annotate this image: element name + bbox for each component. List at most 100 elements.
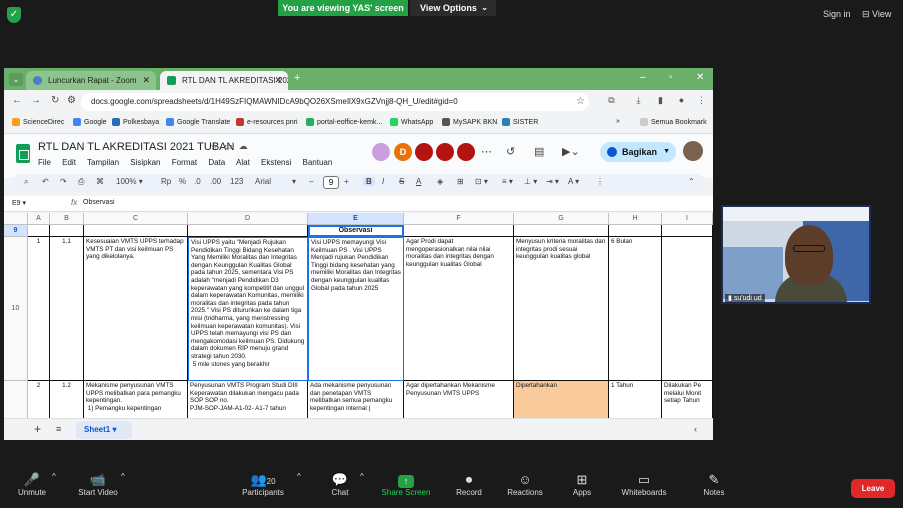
collaborator-avatar[interactable]: D: [394, 143, 412, 161]
extensions-icon[interactable]: ⧉: [606, 95, 617, 106]
italic-icon[interactable]: I: [382, 177, 384, 186]
move-icon[interactable]: ▭: [224, 141, 239, 151]
paint-format-icon[interactable]: ⌘: [96, 177, 104, 186]
more-options-icon[interactable]: ⋮: [596, 177, 604, 186]
column-header[interactable]: I: [662, 213, 713, 225]
collaborator-avatar[interactable]: [415, 143, 433, 161]
bookmark-item[interactable]: Polkesbaya: [112, 118, 159, 126]
borders-icon[interactable]: ⊞: [457, 177, 464, 186]
table-cell[interactable]: 6 Bulan: [609, 237, 662, 381]
font-size-input[interactable]: 9: [323, 176, 339, 189]
new-tab-icon[interactable]: +: [294, 72, 300, 84]
record-button[interactable]: ⏺ Record: [452, 472, 486, 497]
table-cell[interactable]: Ada mekanisme penyusunan dan penetapan V…: [308, 381, 404, 418]
table-cell[interactable]: Mekanisme penyusunan VMTS UPPS melibatka…: [84, 381, 188, 418]
unmute-button[interactable]: 🎤 Unmute: [14, 472, 50, 497]
table-cell[interactable]: [50, 225, 84, 237]
chat-chevron-icon[interactable]: ^: [360, 472, 364, 481]
text-color-icon[interactable]: A: [416, 177, 421, 186]
profile-icon[interactable]: ●: [676, 95, 687, 106]
collapse-icon[interactable]: ‹: [694, 424, 697, 434]
share-button[interactable]: Bagikan ▼: [600, 142, 676, 162]
table-cell[interactable]: 1: [28, 237, 50, 381]
undo-icon[interactable]: ↶: [42, 177, 49, 186]
decrease-decimal-button[interactable]: .0: [194, 177, 201, 186]
star-icon[interactable]: ☆: [210, 141, 224, 151]
table-cell[interactable]: Visi UPPS yaitu "Menjadi Rujukan Pendidi…: [188, 237, 308, 381]
sign-in-link[interactable]: Sign in: [823, 9, 851, 19]
apps-button[interactable]: ⊞ Apps: [568, 472, 596, 497]
chevron-down-icon[interactable]: ▾: [292, 177, 296, 186]
document-title[interactable]: RTL DAN TL AKREDITASI 2021 TUBAN: [38, 141, 234, 153]
menu-help[interactable]: Bantuan: [303, 158, 333, 167]
spreadsheet-grid[interactable]: A B C D E F G H I 9 Observasi 10 1 1.1 K…: [4, 213, 713, 418]
menu-extensions[interactable]: Ekstensi: [261, 158, 291, 167]
column-header[interactable]: C: [84, 213, 188, 225]
reload-icon[interactable]: ↻: [51, 95, 59, 106]
close-window-icon[interactable]: ✕: [696, 72, 704, 83]
close-icon[interactable]: ✕: [142, 71, 150, 90]
table-cell[interactable]: [609, 225, 662, 237]
table-cell[interactable]: 1.2: [50, 381, 84, 418]
collaborator-avatar[interactable]: [457, 143, 475, 161]
bookmark-item[interactable]: ScienceDirec: [12, 118, 64, 126]
column-header[interactable]: D: [188, 213, 308, 225]
sheets-logo-icon[interactable]: [16, 144, 30, 163]
table-cell[interactable]: [662, 225, 713, 237]
notes-button[interactable]: ✎ Notes: [700, 472, 728, 497]
all-bookmarks[interactable]: Semua Bookmark: [640, 118, 707, 126]
bookmark-item[interactable]: e-resources pnri: [236, 118, 298, 126]
strikethrough-icon[interactable]: S: [399, 177, 404, 186]
increase-decimal-button[interactable]: .00: [210, 177, 221, 186]
video-options-chevron-icon[interactable]: ^: [121, 472, 125, 481]
redo-icon[interactable]: ↷: [60, 177, 67, 186]
print-icon[interactable]: ⎙: [78, 177, 84, 187]
table-cell[interactable]: Agar Prodi dapat mengoperasionalkan nila…: [404, 237, 514, 381]
collaborator-avatar[interactable]: [436, 143, 454, 161]
participants-button[interactable]: 👥20 Participants: [236, 472, 290, 497]
table-cell[interactable]: Kesesuaian VMTS UPPS terhadap VMTS PT da…: [84, 237, 188, 381]
zoom-select[interactable]: 100% ▾: [116, 177, 143, 186]
table-cell[interactable]: 1.1: [50, 237, 84, 381]
tab-search-icon[interactable]: ⌄: [9, 73, 23, 86]
participants-chevron-icon[interactable]: ^: [297, 472, 301, 481]
valign-icon[interactable]: ⊥ ▾: [524, 177, 537, 186]
forward-icon[interactable]: →: [31, 95, 41, 106]
menu-edit[interactable]: Edit: [62, 158, 76, 167]
tab-zoom[interactable]: Luncurkan Rapat - Zoom ✕: [26, 71, 156, 90]
participant-video[interactable]: ▮ su'udi ud: [721, 205, 871, 304]
column-header[interactable]: A: [28, 213, 50, 225]
table-cell[interactable]: [84, 225, 188, 237]
table-cell[interactable]: [662, 237, 713, 381]
search-icon[interactable]: ⌕: [24, 177, 28, 187]
row-header[interactable]: 9: [4, 225, 28, 237]
close-icon[interactable]: ✕: [274, 71, 282, 90]
collaborator-avatar[interactable]: [372, 143, 390, 161]
collapse-toolbar-icon[interactable]: ⌃: [688, 177, 695, 186]
cell-reference[interactable]: E9 ▾: [12, 199, 26, 207]
menu-file[interactable]: File: [38, 158, 51, 167]
row-header[interactable]: [4, 381, 28, 418]
bookmark-item[interactable]: Google Translate: [166, 118, 230, 126]
download-icon[interactable]: ⤓: [633, 95, 644, 106]
font-size-decrease[interactable]: –: [309, 177, 313, 186]
column-header[interactable]: H: [609, 213, 662, 225]
column-header[interactable]: E: [308, 213, 404, 225]
corner-cell[interactable]: [4, 213, 28, 225]
menu-format[interactable]: Format: [172, 158, 197, 167]
table-cell[interactable]: Penyusunan VMTS Program Studi DIII Keper…: [188, 381, 308, 418]
menu-data[interactable]: Data: [208, 158, 225, 167]
selected-cell[interactable]: Observasi: [308, 225, 404, 237]
column-header[interactable]: G: [514, 213, 609, 225]
table-cell[interactable]: 1 Tahun: [609, 381, 662, 418]
table-cell[interactable]: [188, 225, 308, 237]
bookmark-star-icon[interactable]: ☆: [576, 93, 585, 111]
bookmark-item[interactable]: SISTER: [502, 118, 538, 126]
table-cell[interactable]: Menyusun kriteria moralitas dan integrit…: [514, 237, 609, 381]
more-bookmarks-icon[interactable]: »: [616, 118, 620, 125]
menu-insert[interactable]: Sisipkan: [130, 158, 160, 167]
chat-button[interactable]: 💬 Chat: [326, 472, 354, 497]
font-select[interactable]: Arial: [255, 177, 271, 186]
more-collaborators-icon[interactable]: ⋯: [481, 145, 492, 158]
whiteboards-button[interactable]: ▭ Whiteboards: [617, 472, 671, 497]
